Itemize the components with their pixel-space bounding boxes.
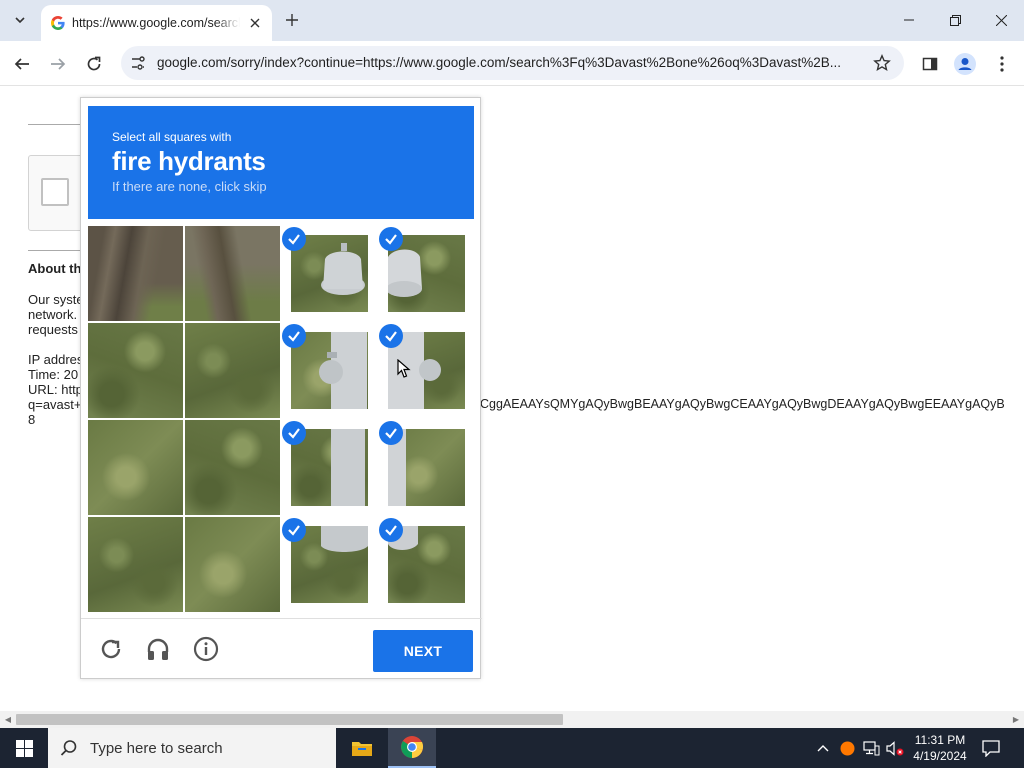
check-icon xyxy=(282,421,306,445)
tab-title: https://www.google.com/search?q=avast+on… xyxy=(72,16,240,30)
text-line: Time: 20 xyxy=(28,367,79,382)
image-grid xyxy=(88,226,473,613)
volume-muted-icon[interactable] xyxy=(884,728,906,768)
grid-tile[interactable] xyxy=(379,323,474,418)
grid-tile[interactable] xyxy=(88,226,183,321)
windows-start-icon[interactable] xyxy=(0,728,48,768)
target-object: fire hydrants xyxy=(112,146,266,176)
close-window-icon[interactable] xyxy=(987,6,1015,34)
recaptcha-challenge: Select all squares with fire hydrants If… xyxy=(80,97,482,680)
url-text: google.com/sorry/index?continue=https://… xyxy=(157,55,842,70)
text-line: IP addres xyxy=(28,352,84,367)
search-placeholder: Type here to search xyxy=(90,739,223,757)
grid-tile[interactable] xyxy=(185,323,280,418)
avast-tray-icon[interactable] xyxy=(838,728,856,768)
instruction-text: Select all squares with xyxy=(112,130,232,144)
forward-icon[interactable] xyxy=(44,50,72,78)
challenge-footer: NEXT xyxy=(81,618,482,680)
info-paragraph: Our syste network. requests xyxy=(28,292,84,337)
grid-tile[interactable] xyxy=(88,517,183,612)
check-icon xyxy=(379,421,403,445)
reload-challenge-icon[interactable] xyxy=(97,635,125,663)
reload-icon[interactable] xyxy=(80,50,108,78)
grid-tile[interactable] xyxy=(282,420,377,515)
next-button[interactable]: NEXT xyxy=(373,630,473,672)
text-line: 8 xyxy=(28,412,36,427)
file-explorer-icon[interactable] xyxy=(338,728,386,768)
recaptcha-checkbox[interactable] xyxy=(41,178,69,206)
menu-kebab-icon[interactable] xyxy=(990,52,1014,76)
restore-icon[interactable] xyxy=(941,6,969,34)
grid-tile[interactable] xyxy=(379,517,474,612)
bookmark-star-icon[interactable] xyxy=(873,54,891,72)
tray-overflow-icon[interactable] xyxy=(813,728,833,768)
challenge-header: Select all squares with fire hydrants If… xyxy=(88,106,474,219)
chrome-taskbar-icon[interactable] xyxy=(388,728,436,768)
notifications-icon[interactable] xyxy=(979,728,1003,768)
url-overflow-text: CggAEAAYsQMYgAQyBwgBEAAYgAQyBwgCEAAYgAQy… xyxy=(480,397,1005,411)
browser-tab[interactable]: https://www.google.com/search?q=avast+on… xyxy=(41,5,272,41)
scroll-right-icon[interactable]: ▶ xyxy=(1011,714,1021,725)
back-icon[interactable] xyxy=(8,50,36,78)
recaptcha-checkbox-card xyxy=(28,155,88,231)
check-icon xyxy=(282,324,306,348)
tab-strip: https://www.google.com/search?q=avast+on… xyxy=(0,0,1024,41)
network-icon[interactable] xyxy=(860,728,882,768)
grid-tile[interactable] xyxy=(185,517,280,612)
info-icon[interactable] xyxy=(192,635,220,663)
clock-time: 11:31 PM xyxy=(914,733,966,747)
check-icon xyxy=(282,227,306,251)
text-line: Our syste xyxy=(28,292,84,307)
tab-search-icon[interactable] xyxy=(8,8,32,32)
grid-tile[interactable] xyxy=(185,420,280,515)
new-tab-icon[interactable] xyxy=(282,10,302,30)
check-icon xyxy=(379,324,403,348)
minimize-icon[interactable] xyxy=(895,6,923,34)
skip-hint: If there are none, click skip xyxy=(112,179,267,194)
tab-close-icon[interactable] xyxy=(246,14,264,32)
divider xyxy=(28,250,88,251)
about-heading: About th xyxy=(28,261,82,276)
check-icon xyxy=(379,227,403,251)
text-line: q=avast+ xyxy=(28,397,82,412)
google-favicon-icon xyxy=(51,16,65,30)
url-link[interactable]: URL: http xyxy=(28,382,83,397)
clock-date: 4/19/2024 xyxy=(913,749,967,763)
horizontal-scrollbar[interactable]: ◀ ▶ xyxy=(0,711,1024,728)
audio-challenge-icon[interactable] xyxy=(144,635,172,663)
mouse-cursor-icon xyxy=(397,359,411,378)
profile-avatar-icon[interactable] xyxy=(953,52,977,76)
details-paragraph: IP addres Time: 20 URL: http q=avast+ 8 xyxy=(28,352,83,427)
system-clock[interactable]: 11:31 PM 4/19/2024 xyxy=(905,732,975,764)
side-panel-icon[interactable] xyxy=(918,52,942,76)
grid-tile[interactable] xyxy=(185,226,280,321)
grid-tile[interactable] xyxy=(379,226,474,321)
site-info-icon[interactable] xyxy=(129,54,147,72)
grid-tile[interactable] xyxy=(282,517,377,612)
grid-tile[interactable] xyxy=(88,420,183,515)
divider xyxy=(28,124,88,125)
address-bar[interactable]: google.com/sorry/index?continue=https://… xyxy=(121,46,904,80)
search-icon xyxy=(60,740,77,756)
taskbar: Type here to search 11:31 PM 4/19/2024 xyxy=(0,728,1024,768)
scroll-left-icon[interactable]: ◀ xyxy=(3,714,13,725)
taskbar-search[interactable]: Type here to search xyxy=(48,728,336,768)
scrollbar-thumb[interactable] xyxy=(16,714,563,725)
grid-tile[interactable] xyxy=(282,323,377,418)
grid-tile[interactable] xyxy=(282,226,377,321)
check-icon xyxy=(282,518,306,542)
grid-tile[interactable] xyxy=(88,323,183,418)
check-icon xyxy=(379,518,403,542)
text-line: network. xyxy=(28,307,78,322)
text-line: requests xyxy=(28,322,78,337)
browser-toolbar: google.com/sorry/index?continue=https://… xyxy=(0,41,1024,86)
grid-tile[interactable] xyxy=(379,420,474,515)
